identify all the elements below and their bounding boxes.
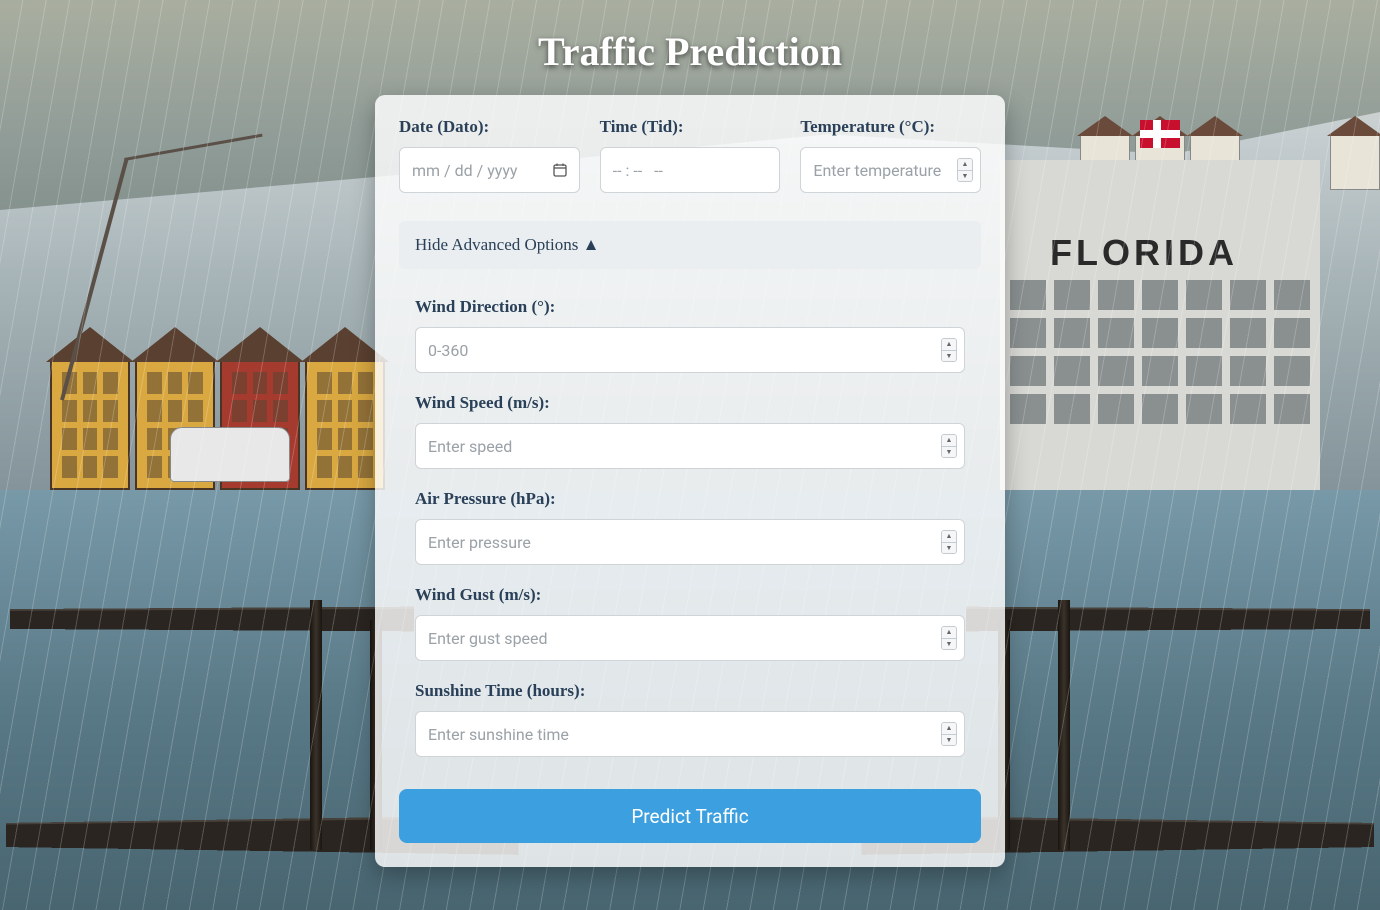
wind-gust-stepper[interactable]: ▲▼ <box>941 626 957 650</box>
temperature-field-group: Temperature (°C): ▲▼ <box>800 117 981 193</box>
air-pressure-field-group: Air Pressure (hPa): ▲▼ <box>415 489 965 565</box>
wind-direction-label: Wind Direction (°): <box>415 297 965 317</box>
time-field-group: Time (Tid): <box>600 117 781 193</box>
date-field-group: Date (Dato): <box>399 117 580 193</box>
temperature-stepper[interactable]: ▲▼ <box>957 158 973 182</box>
air-pressure-stepper[interactable]: ▲▼ <box>941 530 957 554</box>
form-card: Date (Dato): Time (Tid): Temperature (°C… <box>375 95 1005 867</box>
wind-speed-label: Wind Speed (m/s): <box>415 393 965 413</box>
wind-gust-field-group: Wind Gust (m/s): ▲▼ <box>415 585 965 661</box>
page-title: Traffic Prediction <box>538 28 842 75</box>
advanced-options-toggle[interactable]: Hide Advanced Options ▲ <box>399 221 981 269</box>
advanced-options-panel: Wind Direction (°): ▲▼ Wind Speed (m/s):… <box>399 297 981 757</box>
sunshine-time-stepper[interactable]: ▲▼ <box>941 722 957 746</box>
sunshine-time-field-group: Sunshine Time (hours): ▲▼ <box>415 681 965 757</box>
time-input[interactable] <box>600 147 781 193</box>
sunshine-time-label: Sunshine Time (hours): <box>415 681 965 701</box>
wind-direction-field-group: Wind Direction (°): ▲▼ <box>415 297 965 373</box>
advanced-toggle-label: Hide Advanced Options <box>415 235 578 254</box>
time-label: Time (Tid): <box>600 117 781 137</box>
chevron-up-icon: ▲ <box>583 235 600 254</box>
calendar-icon[interactable] <box>552 162 568 178</box>
wind-speed-stepper[interactable]: ▲▼ <box>941 434 957 458</box>
wind-gust-label: Wind Gust (m/s): <box>415 585 965 605</box>
wind-gust-input[interactable] <box>415 615 965 661</box>
predict-traffic-button[interactable]: Predict Traffic <box>399 789 981 843</box>
wind-speed-input[interactable] <box>415 423 965 469</box>
wind-direction-stepper[interactable]: ▲▼ <box>941 338 957 362</box>
air-pressure-input[interactable] <box>415 519 965 565</box>
date-label: Date (Dato): <box>399 117 580 137</box>
wind-direction-input[interactable] <box>415 327 965 373</box>
air-pressure-label: Air Pressure (hPa): <box>415 489 965 509</box>
sunshine-time-input[interactable] <box>415 711 965 757</box>
wind-speed-field-group: Wind Speed (m/s): ▲▼ <box>415 393 965 469</box>
temperature-label: Temperature (°C): <box>800 117 981 137</box>
temperature-input[interactable] <box>800 147 981 193</box>
